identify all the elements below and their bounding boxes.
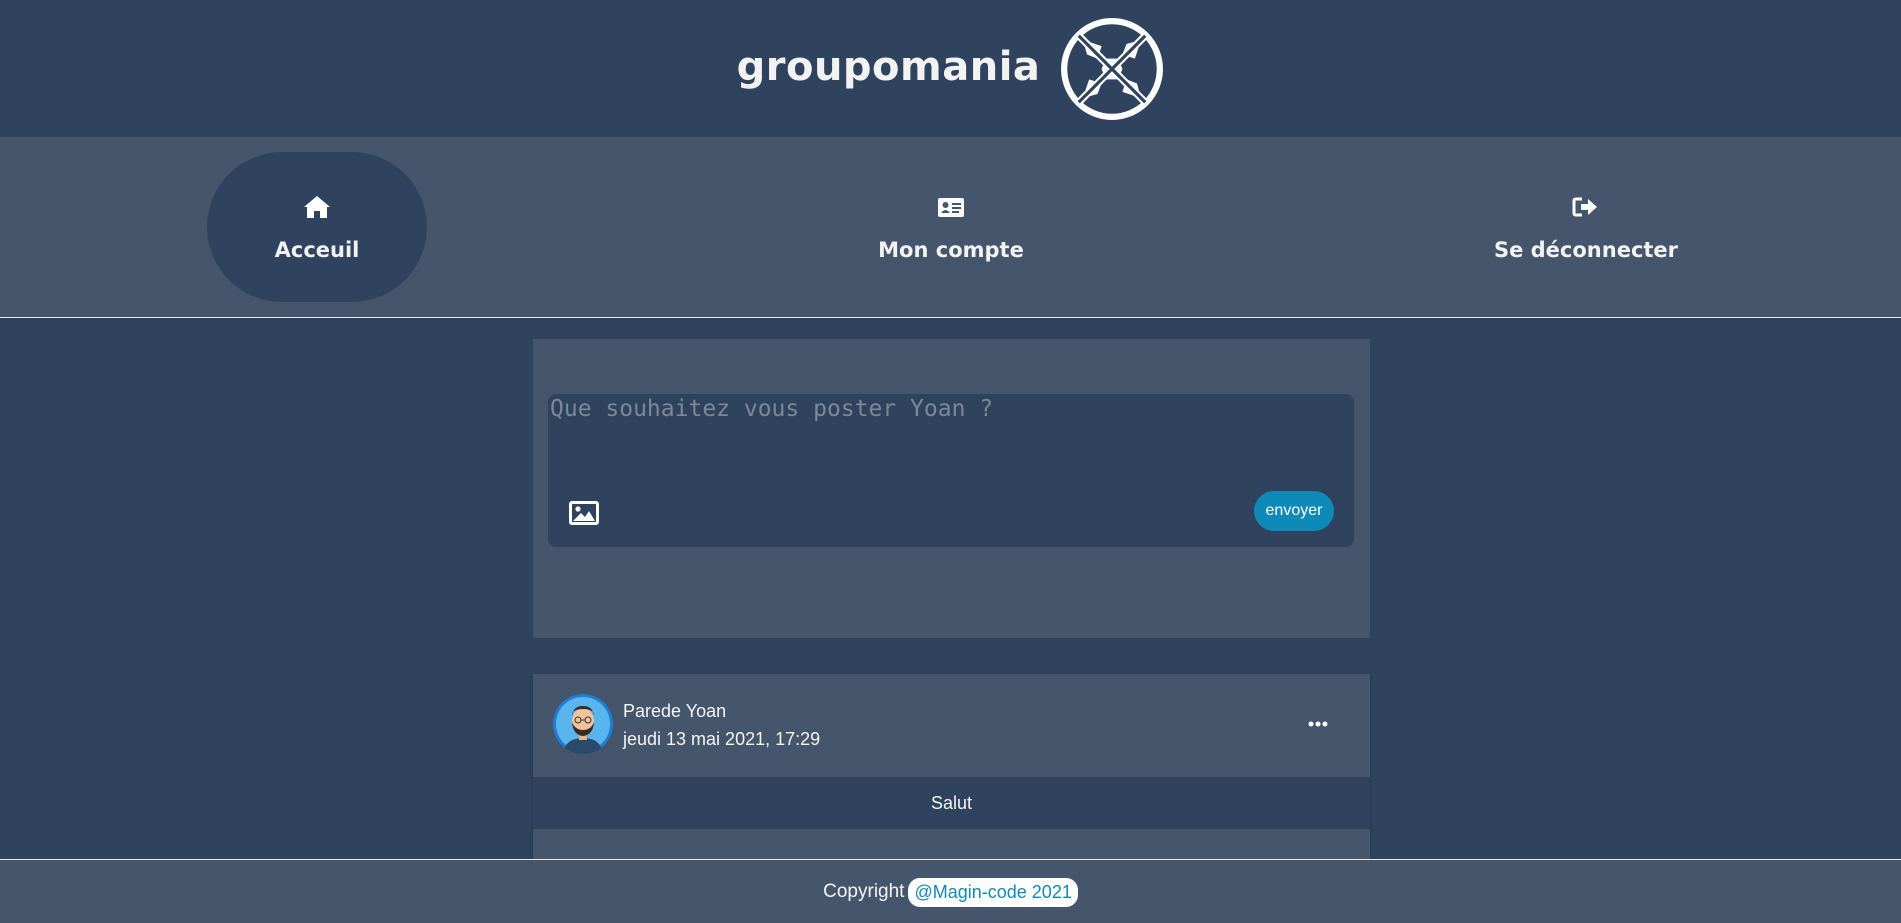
post-card: Parede Yoan jeudi 13 mai 2021, 17:29 Sal… (533, 674, 1370, 860)
post-date: jeudi 13 mai 2021, 17:29 (623, 729, 821, 749)
post-content: Salut (533, 777, 1370, 829)
main-nav: Acceuil Mon compte Se déconnecter (0, 137, 1901, 318)
site-header: groupomania (0, 0, 1901, 137)
nav-item-account[interactable]: Mon compte (841, 152, 1061, 302)
composer-box: envoyer (548, 394, 1354, 547)
nav-item-home[interactable]: Acceuil (207, 152, 427, 302)
nav-label-account: Mon compte (878, 238, 1024, 262)
nav-label-home: Acceuil (274, 238, 360, 262)
image-icon[interactable] (568, 500, 600, 526)
globe-logo-icon (1061, 17, 1164, 120)
copyright-text: Copyright (823, 881, 905, 902)
post-composer: envoyer (533, 339, 1370, 638)
ellipsis-icon (1308, 721, 1328, 727)
avatar[interactable] (553, 694, 613, 754)
nav-item-logout[interactable]: Se déconnecter (1476, 152, 1696, 302)
home-icon (304, 196, 330, 218)
brand-name: groupomania (736, 43, 1041, 90)
page: groupomania Acceuil Mon compte Se déconn… (0, 0, 1901, 923)
id-card-icon (938, 198, 964, 217)
post-author: Parede Yoan (623, 701, 727, 721)
post-input[interactable] (550, 396, 1340, 482)
site-footer: Copyright @Magin-code 2021 (0, 859, 1901, 923)
post-header: Parede Yoan jeudi 13 mai 2021, 17:29 (533, 674, 1370, 777)
send-button[interactable]: envoyer (1254, 491, 1334, 531)
nav-label-logout: Se déconnecter (1493, 238, 1679, 262)
author-link[interactable]: @Magin-code 2021 (908, 877, 1078, 907)
sign-out-icon (1572, 197, 1597, 217)
post-options-button[interactable] (1306, 712, 1330, 736)
